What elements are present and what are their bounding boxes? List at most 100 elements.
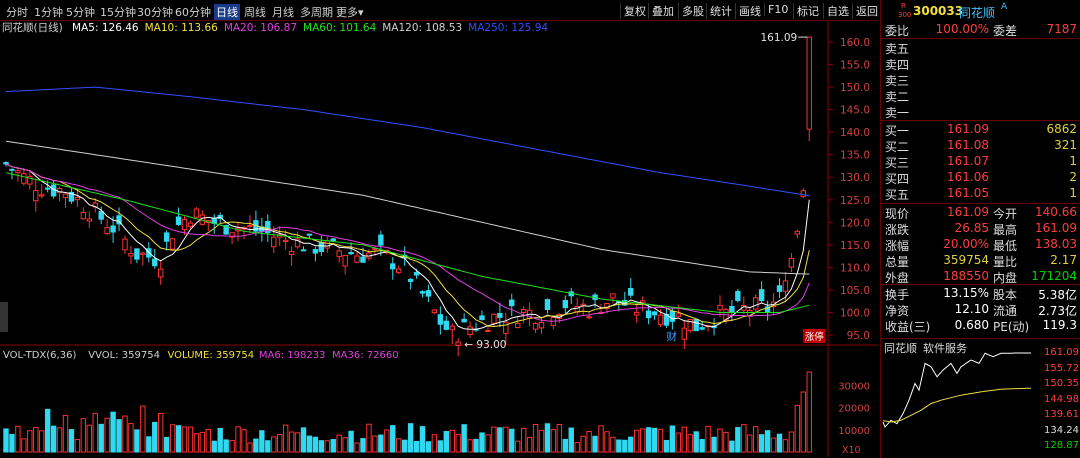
volume-bar	[235, 426, 241, 453]
volume-bar	[152, 421, 158, 453]
timeframe-3[interactable]: 15分钟	[100, 4, 136, 20]
toolbar-button-1[interactable]: 叠加	[648, 3, 674, 19]
volume-tick: 30000	[838, 381, 870, 392]
candle-body	[342, 254, 348, 267]
toolbar-button-4[interactable]: 画线	[735, 3, 761, 19]
timeframe-8[interactable]: 月线	[272, 4, 294, 20]
candle-body	[717, 304, 723, 311]
timeframe-10[interactable]: 更多▾	[336, 4, 364, 20]
wei-cha-label: 委差	[993, 24, 1018, 38]
kline-chart[interactable]: 160.0 155.0 150.0 145.0 140.0 135.0 130.0 125.0…	[0, 20, 878, 457]
candle-body	[628, 287, 634, 296]
bid-volume: 2	[1069, 170, 1077, 184]
timeframe-6[interactable]: 日线	[214, 4, 240, 20]
timeframe-5[interactable]: 60分钟	[175, 4, 211, 20]
volume-bar	[782, 439, 789, 453]
candle-body	[610, 293, 616, 299]
volume-bar	[657, 428, 664, 453]
volume-bar	[788, 431, 795, 453]
volume-bar	[187, 426, 194, 453]
volume-bar	[604, 431, 610, 453]
stat-label: 今开	[993, 207, 1018, 221]
volume-bar	[741, 424, 747, 453]
volume-bar	[407, 423, 414, 453]
mini-axis-tick: 134.24	[1044, 424, 1079, 436]
volume-bar	[509, 428, 515, 453]
volume-bar	[15, 425, 21, 453]
wei-bi-value: 100.00%	[935, 22, 989, 36]
candle-body	[181, 218, 188, 231]
candle-body	[360, 256, 366, 263]
volume-bar	[413, 440, 420, 453]
candle-body	[776, 285, 783, 292]
toolbar-button-8[interactable]: 返回	[852, 3, 878, 19]
timeframe-0[interactable]: 分时	[6, 4, 28, 20]
timeframe-4[interactable]: 30分钟	[137, 4, 173, 20]
timeframe-1[interactable]: 1分钟	[34, 4, 63, 20]
candle-body	[503, 321, 509, 334]
stat-label: 流通	[993, 304, 1018, 318]
scroll-handle[interactable]	[0, 302, 8, 332]
candle-body	[134, 248, 140, 260]
candle-body	[62, 193, 69, 198]
candle-body	[449, 325, 455, 331]
volume-bar	[217, 427, 223, 453]
candle-body	[651, 311, 658, 316]
price-tick: 110.0	[840, 262, 870, 274]
candle-body	[413, 272, 420, 276]
volume-bar	[312, 436, 319, 453]
toolbar-button-0[interactable]: 复权	[620, 3, 646, 19]
price-tick: 105.0	[840, 285, 870, 297]
stock-code[interactable]: 300033	[913, 4, 963, 18]
price-tick: 115.0	[840, 240, 870, 252]
stat-label: 最高	[993, 223, 1018, 237]
mini-price-line	[882, 352, 1031, 428]
stat-label: 换手	[885, 288, 910, 302]
candle-body	[21, 173, 27, 184]
candle-body	[158, 268, 164, 278]
volume-bar	[497, 427, 503, 453]
mini-intraday-chart[interactable]: 同花顺 软件服务 161.09 155.72 150.35 144.98 139.61 1…	[880, 338, 1080, 458]
volume-bar	[294, 432, 301, 453]
price-tick: 125.0	[840, 195, 870, 207]
candle-body	[753, 297, 759, 310]
volume-bar	[473, 438, 479, 453]
volume-bar	[282, 424, 289, 453]
toolbar-button-3[interactable]: 统计	[706, 3, 732, 19]
price-tick: 130.0	[840, 172, 870, 184]
timeframe-2[interactable]: 5分钟	[66, 4, 95, 20]
timeframe-7[interactable]: 周线	[244, 4, 266, 20]
stat-value: 119.3	[1042, 318, 1077, 332]
toolbar-button-5[interactable]: F10	[764, 3, 788, 16]
volume-bar	[515, 440, 521, 453]
volume-bar	[163, 436, 170, 453]
volume-bar	[277, 434, 283, 453]
stat-value: 138.03	[1035, 237, 1077, 251]
timeframe-9[interactable]: 多周期	[300, 4, 333, 20]
volume-tick: 20000	[838, 404, 870, 415]
ask-level-label: 卖二	[885, 90, 910, 104]
candle-body	[312, 249, 319, 254]
stat-label: 收益(三)	[885, 320, 931, 334]
stat-value: 2.73亿	[1038, 304, 1077, 318]
financial-report-marker[interactable]: 财	[666, 330, 677, 343]
volume-bar	[74, 439, 81, 453]
candle-body	[782, 280, 789, 292]
candle-body	[318, 241, 325, 252]
candle-body	[491, 313, 497, 324]
bid-level-label: 买三	[885, 156, 910, 170]
volume-bar	[253, 438, 259, 453]
price-tick: 150.0	[840, 82, 870, 94]
toolbar-button-2[interactable]: 多股	[678, 3, 704, 19]
volume-bar	[598, 425, 604, 453]
candle-body	[693, 318, 699, 332]
toolbar-button-6[interactable]: 标记	[793, 3, 819, 19]
candle-body	[336, 250, 342, 257]
bid-level-label: 买五	[885, 188, 910, 202]
stock-name[interactable]: 同花顺	[959, 4, 995, 21]
volume-bar	[288, 431, 295, 453]
candle-body	[758, 289, 765, 302]
toolbar-button-7[interactable]: 自选	[823, 3, 849, 19]
bid-price: 161.05	[947, 186, 989, 200]
candle-body	[110, 225, 116, 233]
